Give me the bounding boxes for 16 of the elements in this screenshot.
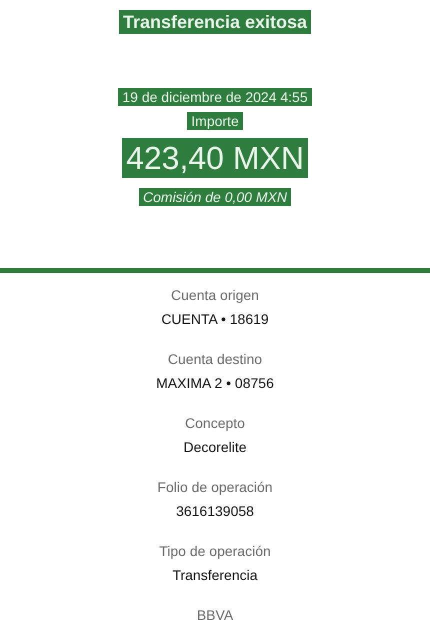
detail-value: CUENTA • 18619 — [161, 310, 269, 329]
detail-value: Decorelite — [183, 438, 247, 457]
detail-value: Transferencia — [172, 566, 258, 585]
fee-text: Comisión de 0,00 MXN — [139, 188, 291, 206]
detail-label: Tipo de operación — [159, 542, 271, 561]
detail-value: 3616139058 — [176, 502, 254, 521]
amount-label: Importe — [187, 112, 243, 130]
date-text: 19 de diciembre de 2024 4:55 — [118, 88, 312, 106]
detail-label: Concepto — [185, 414, 245, 433]
title: Transferencia exitosa — [118, 10, 312, 34]
detail-value: MAXIMA 2 • 08756 — [156, 374, 274, 393]
detail-label: Folio de operación — [157, 478, 273, 497]
detail-label: Cuenta destino — [168, 350, 262, 369]
detail-label: Cuenta origen — [171, 286, 259, 305]
bank-name: BBVA — [196, 606, 234, 625]
amount-text: 423,40 MXN — [122, 138, 308, 178]
